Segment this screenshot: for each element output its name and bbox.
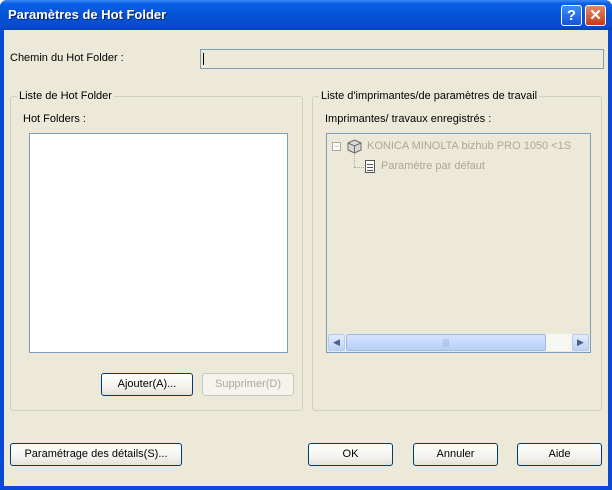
cancel-button[interactable]: Annuler <box>413 443 498 466</box>
tree-printer-label[interactable]: KONICA MINOLTA bizhub PRO 1050 <1S <box>367 140 571 152</box>
scroll-right-button[interactable]: ▶ <box>572 334 589 351</box>
printers-label: Imprimantes/ travaux enregistrés : <box>325 113 492 125</box>
help-icon[interactable]: ? <box>561 5 582 26</box>
scroll-thumb[interactable]: ||| <box>346 334 546 351</box>
printer-group-title: Liste d'imprimantes/de paramètres de tra… <box>319 90 540 102</box>
printer-tree[interactable]: − KONICA MINOLTA bizhub PRO 1050 <1S Par… <box>326 133 591 353</box>
tree-expander[interactable]: − <box>332 142 341 151</box>
path-label: Chemin du Hot Folder : <box>10 52 124 64</box>
document-icon <box>365 160 375 173</box>
title-bar[interactable]: Paramètres de Hot Folder ? ✕ <box>0 0 612 30</box>
dialog-window: Paramètres de Hot Folder ? ✕ Chemin du H… <box>0 0 612 490</box>
text-caret <box>203 53 204 65</box>
help-button[interactable]: Aide <box>517 443 602 466</box>
dialog-body: Chemin du Hot Folder : Liste de Hot Fold… <box>4 30 608 486</box>
hot-folder-group: Liste de Hot Folder Hot Folders : Ajoute… <box>10 90 303 411</box>
path-field[interactable] <box>200 49 604 69</box>
add-button[interactable]: Ajouter(A)... <box>101 373 193 396</box>
hot-folders-label: Hot Folders : <box>23 113 86 125</box>
hot-folder-group-title: Liste de Hot Folder <box>17 90 114 102</box>
horizontal-scrollbar[interactable]: ◀ ||| ▶ <box>328 334 589 351</box>
printer-group: Liste d'imprimantes/de paramètres de tra… <box>312 90 602 411</box>
scroll-left-button[interactable]: ◀ <box>328 334 345 351</box>
printer-icon <box>347 139 362 154</box>
printer-tree-content: − KONICA MINOLTA bizhub PRO 1050 <1S Par… <box>327 134 590 352</box>
tree-child-label[interactable]: Paramètre par défaut <box>381 160 485 172</box>
dialog-title: Paramètres de Hot Folder <box>8 7 167 22</box>
close-icon[interactable]: ✕ <box>585 5 606 26</box>
hot-folders-listbox[interactable] <box>29 133 288 353</box>
tree-connector <box>354 167 364 168</box>
tree-connector <box>354 154 355 167</box>
details-button[interactable]: Paramétrage des détails(S)... <box>10 443 182 466</box>
ok-button[interactable]: OK <box>308 443 393 466</box>
remove-button[interactable]: Supprimer(D) <box>202 373 294 396</box>
